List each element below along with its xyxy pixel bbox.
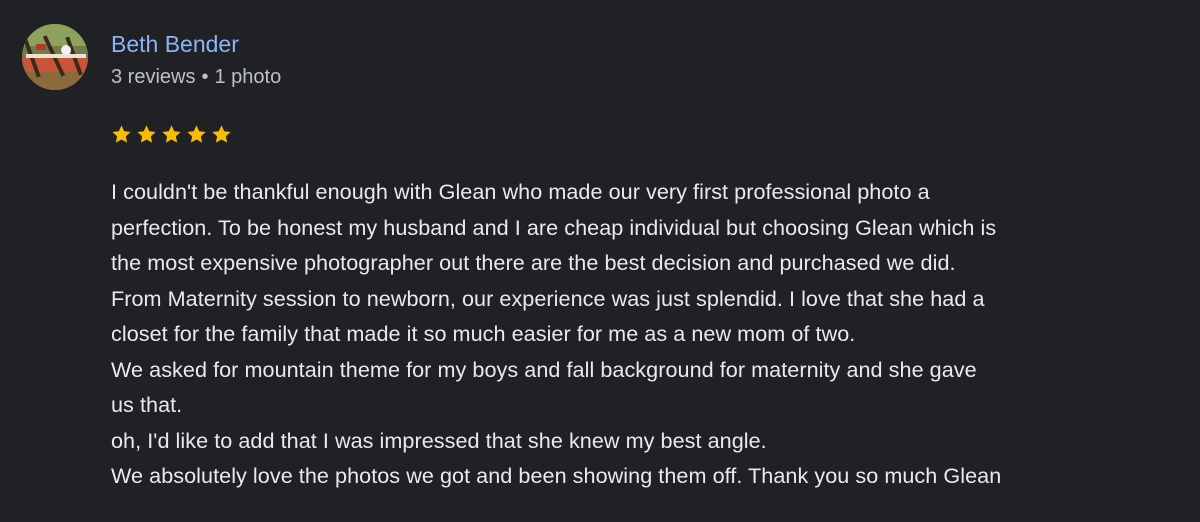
star-icon: [187, 125, 206, 143]
review-text-line: perfection. To be honest my husband and …: [111, 214, 997, 240]
review-card: Beth Bender 3 reviews • 1 photo I couldn't…: [0, 0, 1200, 522]
reviewer-stats: 3 reviews • 1 photo: [111, 64, 281, 90]
review-text-line: We absolutely love the photos we got and…: [111, 463, 1002, 488]
review-text-line: us that.: [111, 392, 183, 417]
review-count: 3 reviews: [111, 66, 196, 88]
reviewer-avatar[interactable]: [22, 24, 88, 90]
star-rating: [110, 123, 233, 146]
star-icon: [112, 125, 131, 143]
review-text-line: I couldn't be thankful enough with Glean…: [111, 179, 930, 204]
review-text-line: oh, I'd like to add that I was impressed…: [111, 427, 767, 453]
review-text-line: From Maternity session to newborn, our e…: [111, 285, 985, 311]
review-text-line: We asked for mountain theme for my boys …: [111, 356, 977, 382]
meta-separator: •: [201, 66, 209, 88]
star-icon: [137, 125, 156, 143]
review-text-line: the most expensive photographer out ther…: [111, 250, 956, 275]
review-text-line: closet for the family that made it so mu…: [111, 321, 856, 346]
avatar-photo-icon: [22, 24, 88, 90]
star-icon: [162, 125, 181, 143]
reviewer-name[interactable]: Beth Bender: [111, 30, 239, 58]
photo-count: 1 photo: [214, 66, 282, 88]
star-icon: [212, 125, 231, 143]
review-text: I couldn't be thankful enough with Glean…: [111, 174, 1191, 494]
